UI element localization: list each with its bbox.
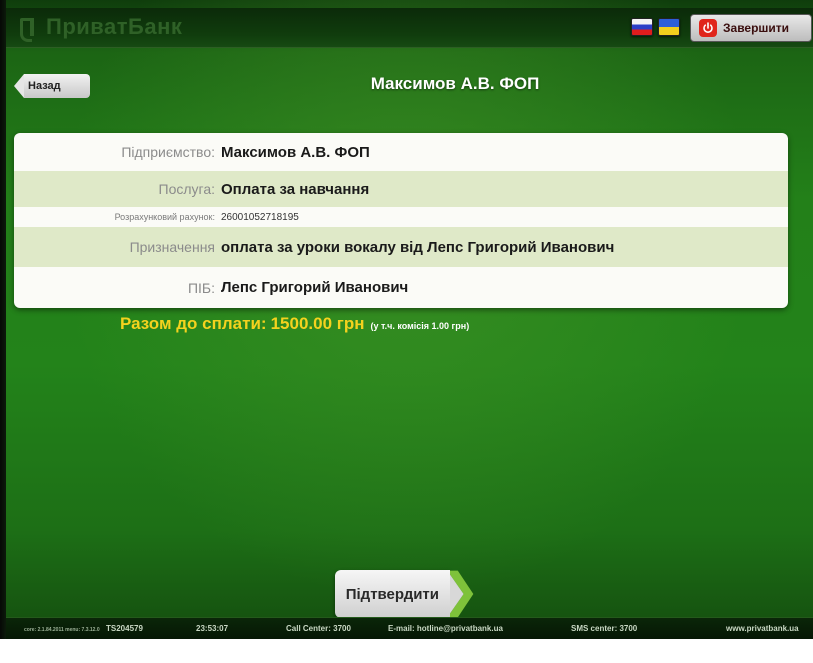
detail-label: ПІБ:	[187, 279, 215, 296]
total-label: Разом до сплати:	[120, 314, 267, 333]
detail-row-company: Підприємство: Максимов А.В. ФОП	[14, 133, 788, 171]
call-center: Call Center: 3700	[286, 624, 351, 633]
detail-row-purpose: Призначення оплата за уроки вокалу від Л…	[14, 227, 788, 267]
detail-label: Призначення	[129, 239, 215, 255]
detail-label: Розрахунковий рахунок:	[114, 212, 215, 222]
kiosk-screen: ПриватБанк Завершити Назад Максимов А.В.…	[0, 0, 813, 663]
detail-row-name: ПІБ: Лепс Григорий Иванович	[14, 267, 788, 308]
detail-row-account: Розрахунковий рахунок: 26001052718195	[14, 207, 788, 227]
detail-value: Оплата за навчання	[221, 180, 370, 198]
version-info: core: 2.1.84.2011 menu: 7.3.12.0	[24, 627, 100, 633]
detail-value: Лепс Григорий Иванович	[221, 279, 409, 296]
status-footer: core: 2.1.84.2011 menu: 7.3.12.0 TS20457…	[6, 617, 813, 639]
back-button[interactable]: Назад	[14, 74, 90, 98]
terminal-id: TS204579	[106, 624, 143, 633]
exit-label: Завершити	[723, 21, 790, 35]
screen-bezel	[0, 0, 6, 663]
back-label: Назад	[24, 74, 90, 98]
photo-border	[0, 639, 813, 663]
detail-value: 26001052718195	[221, 211, 299, 223]
top-bar: ПриватБанк Завершити	[6, 8, 813, 48]
bank-logo: ПриватБанк	[18, 12, 182, 42]
confirm-button[interactable]: Підтвердити	[335, 570, 475, 618]
ua-flag-icon[interactable]	[658, 18, 680, 36]
back-arrow-icon	[14, 74, 24, 98]
total-value: 1500.00 грн	[270, 314, 365, 333]
detail-label: Підприємство:	[121, 144, 215, 160]
bank-logo-text: ПриватБанк	[46, 14, 183, 39]
sms-center: SMS center: 3700	[571, 624, 638, 633]
commission-note: (у т.ч. комісія 1.00 грн)	[370, 321, 470, 331]
bank-logo-icon	[18, 15, 42, 42]
chevron-right-icon	[449, 570, 474, 618]
ru-flag-icon[interactable]	[631, 18, 653, 36]
power-icon	[699, 19, 717, 37]
website-link: www.privatbank.ua	[726, 624, 799, 633]
clock: 23:53:07	[196, 624, 229, 633]
payment-details-card: Підприємство: Максимов А.В. ФОП Послуга:…	[14, 133, 788, 308]
detail-label: Послуга:	[158, 181, 216, 197]
detail-value: оплата за уроки вокалу від Лепс Григорий…	[221, 238, 615, 256]
detail-row-service: Послуга: Оплата за навчання	[14, 171, 788, 207]
confirm-label: Підтвердити	[335, 570, 450, 618]
total-amount: Разом до сплати: 1500.00 грн (у т.ч. ком…	[120, 314, 469, 338]
detail-value: Максимов А.В. ФОП	[221, 143, 370, 161]
page-title: Максимов А.В. ФОП	[370, 74, 540, 93]
exit-button[interactable]: Завершити	[690, 14, 812, 42]
email-contact: E-mail: hotline@privatbank.ua	[388, 624, 503, 633]
